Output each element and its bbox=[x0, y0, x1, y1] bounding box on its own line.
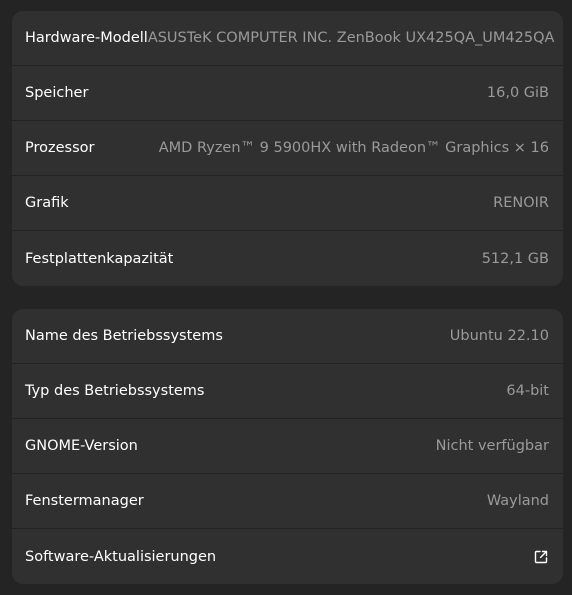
hardware-info-card: Hardware-Modell ASUSTeK COMPUTER INC. Ze… bbox=[12, 11, 563, 286]
os-name-value: Ubuntu 22.10 bbox=[449, 328, 549, 344]
processor-label: Prozessor bbox=[25, 140, 95, 156]
gnome-version-label: GNOME-Version bbox=[25, 438, 138, 454]
hardware-model-value: ASUSTeK COMPUTER INC. ZenBook UX425QA_UM… bbox=[147, 30, 555, 46]
os-info-card: Name des Betriebssystems Ubuntu 22.10 Ty… bbox=[12, 309, 563, 584]
memory-value: 16,0 GiB bbox=[486, 85, 549, 101]
os-name-row: Name des Betriebssystems Ubuntu 22.10 bbox=[12, 309, 563, 364]
gnome-version-row: GNOME-Version Nicht verfügbar bbox=[12, 419, 563, 474]
about-page: Hardware-Modell ASUSTeK COMPUTER INC. Ze… bbox=[0, 0, 572, 595]
disk-capacity-value: 512,1 GB bbox=[481, 250, 549, 267]
memory-row: Speicher 16,0 GiB bbox=[12, 66, 563, 121]
hardware-model-label: Hardware-Modell bbox=[25, 30, 148, 46]
external-link-icon bbox=[533, 549, 549, 565]
processor-value: AMD Ryzen™ 9 5900HX with Radeon™ Graphic… bbox=[158, 140, 549, 156]
disk-capacity-label: Festplattenkapazität bbox=[25, 250, 174, 267]
window-manager-value: Wayland bbox=[486, 493, 549, 509]
os-type-label: Typ des Betriebssystems bbox=[25, 383, 205, 399]
processor-row: Prozessor AMD Ryzen™ 9 5900HX with Radeo… bbox=[12, 121, 563, 176]
graphics-value: RENOIR bbox=[493, 195, 549, 211]
graphics-label: Grafik bbox=[25, 195, 69, 211]
os-type-row: Typ des Betriebssystems 64-bit bbox=[12, 364, 563, 419]
graphics-row: Grafik RENOIR bbox=[12, 176, 563, 231]
hardware-model-row: Hardware-Modell ASUSTeK COMPUTER INC. Ze… bbox=[12, 11, 563, 66]
gnome-version-value: Nicht verfügbar bbox=[435, 438, 549, 454]
os-name-label: Name des Betriebssystems bbox=[25, 328, 223, 344]
window-manager-label: Fenstermanager bbox=[25, 493, 144, 509]
software-updates-row[interactable]: Software-Aktualisierungen bbox=[12, 529, 563, 584]
os-type-value: 64-bit bbox=[506, 383, 549, 399]
software-updates-label: Software-Aktualisierungen bbox=[25, 548, 217, 565]
disk-capacity-row: Festplattenkapazität 512,1 GB bbox=[12, 231, 563, 286]
memory-label: Speicher bbox=[25, 85, 89, 101]
window-manager-row: Fenstermanager Wayland bbox=[12, 474, 563, 529]
